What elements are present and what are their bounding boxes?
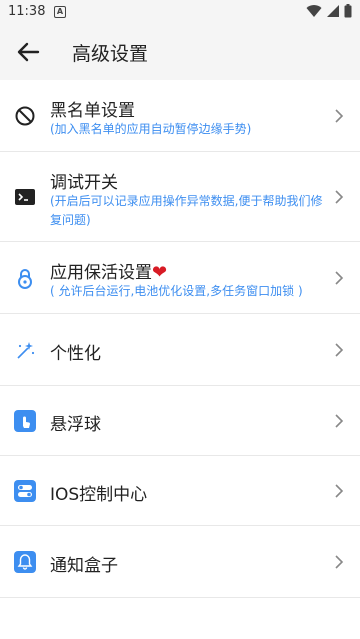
- touch-icon: [14, 410, 36, 432]
- setting-title: IOS控制中心: [50, 485, 148, 505]
- chevron-right-icon: [335, 271, 344, 285]
- lock-icon: [18, 269, 32, 289]
- settings-list: 黑名单设置 (加入黑名单的应用自动暂停边缘手势) 调试开关 (开启后可以记录应用…: [0, 80, 360, 598]
- setting-subtitle: (开启后可以记录应用操作异常数据,便于帮助我们修复问题): [50, 194, 323, 227]
- status-bar: 11:38 A: [0, 0, 360, 24]
- setting-title: 个性化: [50, 344, 101, 364]
- status-icons: [306, 4, 352, 18]
- setting-title: 通知盒子: [50, 556, 118, 576]
- magic-wand-icon: [17, 342, 35, 359]
- bell-icon: [14, 551, 36, 573]
- setting-row-blacklist[interactable]: 黑名单设置 (加入黑名单的应用自动暂停边缘手势): [0, 80, 360, 152]
- heart-icon: ❤: [152, 262, 168, 283]
- chevron-right-icon: [335, 484, 344, 498]
- setting-title: 调试开关: [50, 173, 118, 193]
- status-time: 11:38: [8, 4, 46, 19]
- wifi-icon: [306, 5, 322, 18]
- setting-subtitle: (加入黑名单的应用自动暂停边缘手势): [50, 122, 252, 136]
- app-bar: 高级设置: [0, 24, 360, 80]
- setting-row-personalization[interactable]: 个性化: [0, 314, 360, 386]
- setting-row-floating-ball[interactable]: 悬浮球: [0, 386, 360, 456]
- chevron-right-icon: [335, 414, 344, 428]
- chevron-right-icon: [335, 343, 344, 357]
- chevron-right-icon: [335, 109, 344, 123]
- setting-subtitle: ( 允许后台运行,电池优化设置,多任务窗口加锁 ): [50, 284, 303, 298]
- setting-title: 黑名单设置: [50, 101, 135, 121]
- setting-row-ios-control-center[interactable]: IOS控制中心: [0, 456, 360, 526]
- battery-icon: [344, 4, 352, 18]
- signal-icon: [327, 5, 339, 17]
- notification-icon: A: [54, 6, 66, 18]
- page-title: 高级设置: [72, 43, 149, 65]
- chevron-right-icon: [335, 190, 344, 204]
- toggle-panel-icon: [14, 480, 36, 502]
- chevron-right-icon: [335, 555, 344, 569]
- back-arrow-icon[interactable]: [14, 38, 42, 66]
- setting-row-keep-alive[interactable]: 应用保活设置❤ ( 允许后台运行,电池优化设置,多任务窗口加锁 ): [0, 242, 360, 314]
- setting-title: 应用保活设置❤: [50, 262, 168, 283]
- setting-title: 悬浮球: [50, 415, 101, 435]
- terminal-icon: [15, 189, 35, 205]
- block-icon: [15, 106, 35, 126]
- setting-row-notification-box[interactable]: 通知盒子: [0, 526, 360, 598]
- setting-row-debug[interactable]: 调试开关 (开启后可以记录应用操作异常数据,便于帮助我们修复问题): [0, 152, 360, 242]
